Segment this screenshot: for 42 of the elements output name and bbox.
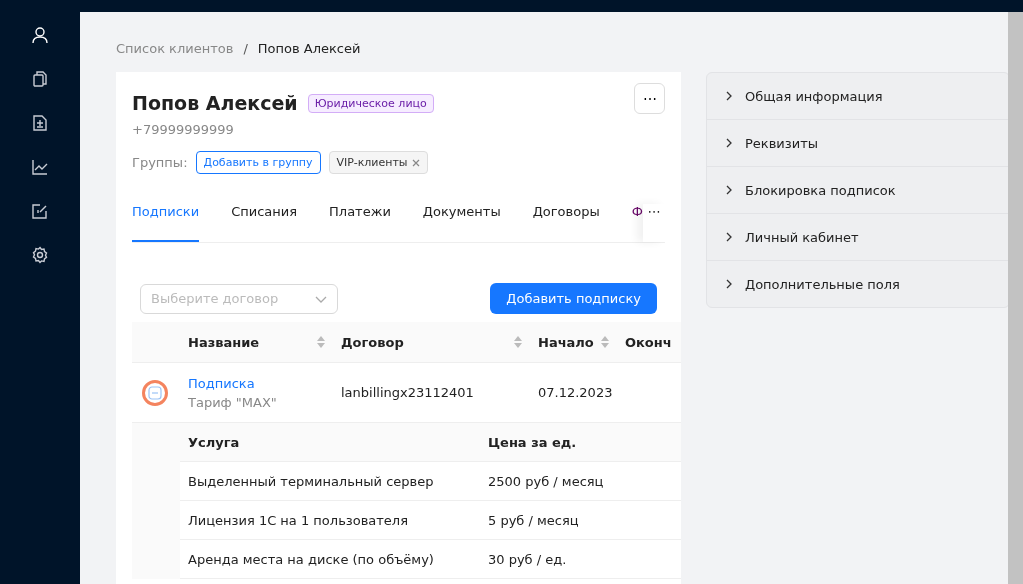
table-cell: 30 руб / ед. xyxy=(480,539,681,579)
table-cell: Аренда места на диске (по объёму) xyxy=(180,539,480,579)
column-header: Цена за ед. xyxy=(480,423,681,462)
client-type-badge: Юридическое лицо xyxy=(307,93,434,113)
table-cell: 5 руб / месяц xyxy=(480,500,681,540)
groups-label: Группы: xyxy=(132,155,188,170)
edit-icon[interactable] xyxy=(31,202,49,220)
breadcrumb-separator: / xyxy=(243,40,248,56)
close-icon[interactable] xyxy=(411,158,420,167)
documents-icon[interactable] xyxy=(31,70,49,88)
tab[interactable]: Платежи xyxy=(329,204,391,242)
table-cell: Лицензия 1С на 1 пользователя xyxy=(180,500,480,540)
table-cell: Выделенный терминальный сервер xyxy=(180,461,480,501)
client-name: Попов Алексей xyxy=(132,92,298,114)
user-icon[interactable] xyxy=(31,26,49,44)
column-header[interactable]: Название xyxy=(180,322,333,363)
tab[interactable]: Документы xyxy=(422,204,501,242)
subscription-link[interactable]: Подписка xyxy=(188,375,325,391)
table-cell: lanbillingx23112401 xyxy=(333,362,530,423)
group-tag: VIP-клиенты xyxy=(328,151,428,174)
accordion-item[interactable]: Дополнительные поля xyxy=(707,261,1008,307)
add-group-button[interactable]: Добавить в группу xyxy=(195,151,321,174)
column-header: Услуга xyxy=(180,423,480,462)
table-cell: 07.12.2023 xyxy=(530,362,617,423)
tariff-label: Тариф "MAX" xyxy=(188,394,278,410)
tab[interactable]: Списания xyxy=(231,204,298,242)
column-header[interactable]: Начало xyxy=(530,322,617,363)
column-header[interactable]: Договор xyxy=(333,322,530,363)
document-add-icon[interactable] xyxy=(31,114,49,132)
tab[interactable]: Договоры xyxy=(532,204,600,242)
table-cell: 2500 руб / месяц xyxy=(480,461,681,501)
tab[interactable]: Подписки xyxy=(132,204,200,242)
chart-icon[interactable] xyxy=(31,158,49,176)
breadcrumb-item: Попов Алексей xyxy=(257,40,361,56)
add-subscription-button[interactable]: Добавить подписку xyxy=(490,283,657,314)
tabs-more-button[interactable]: ⋯ xyxy=(642,204,665,242)
scrollbar[interactable] xyxy=(1008,12,1023,584)
column-header: Оконч xyxy=(617,322,681,363)
tab[interactable]: Ф xyxy=(631,204,643,242)
client-phone: +79999999999 xyxy=(132,122,235,137)
more-button[interactable]: ⋯ xyxy=(634,83,665,114)
settings-icon[interactable] xyxy=(31,246,49,264)
